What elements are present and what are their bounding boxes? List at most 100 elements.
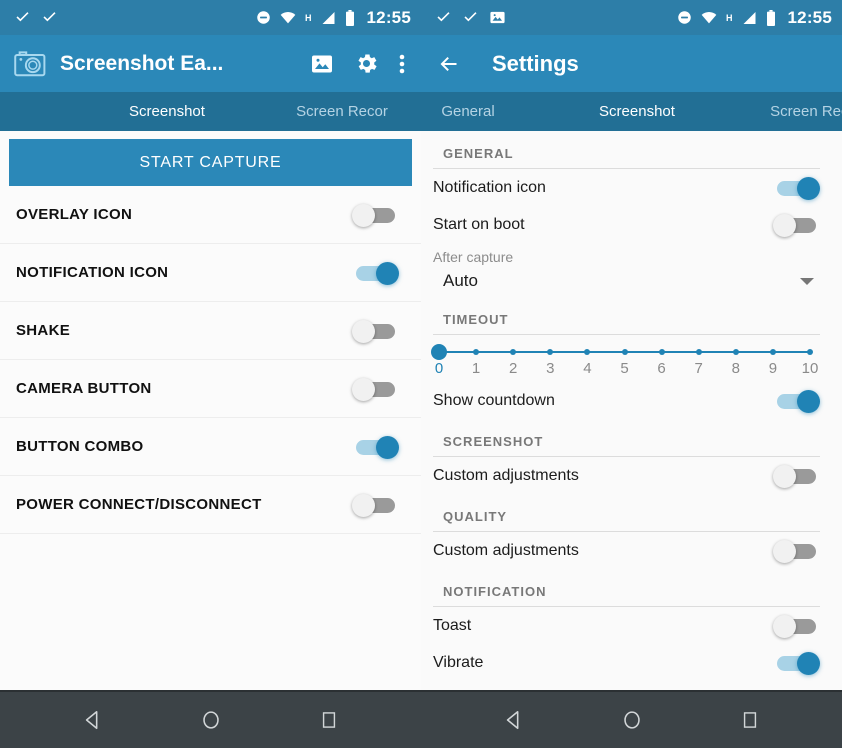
home-nav-icon[interactable] — [612, 700, 652, 740]
row-screenshot-custom-adjustments[interactable]: Custom adjustments — [421, 457, 832, 494]
row-label: CAMERA BUTTON — [16, 380, 152, 397]
toggle-notification-icon[interactable] — [352, 261, 399, 285]
signal-icon — [742, 11, 757, 25]
gallery-icon[interactable] — [310, 52, 334, 76]
toggle-notification-icon[interactable] — [773, 176, 820, 200]
row-label: Vibrate — [433, 653, 484, 671]
overflow-menu-icon[interactable] — [399, 52, 405, 76]
toggle-overlay-icon[interactable] — [352, 203, 399, 227]
row-notification-icon[interactable]: NOTIFICATION ICON — [0, 244, 421, 302]
arrow-back-icon[interactable] — [435, 52, 462, 76]
row-label: Toast — [433, 616, 472, 634]
home-nav-icon[interactable] — [191, 700, 231, 740]
status-bar-clock: 12:55 — [366, 7, 411, 27]
after-capture-value: Auto — [443, 271, 478, 290]
row-label: BUTTON COMBO — [16, 438, 144, 455]
toggle-power-connect-disconnect[interactable] — [352, 493, 399, 517]
slider-tick-label: 9 — [768, 360, 778, 377]
switch-knob — [352, 319, 375, 343]
image-icon — [489, 9, 506, 26]
tab-bar-right: General Screenshot Screen Recor — [421, 92, 842, 131]
switch-knob — [352, 377, 375, 401]
recents-nav-icon[interactable] — [309, 700, 349, 740]
status-bar-left: H 12:55 — [0, 0, 421, 35]
row-start-on-boot[interactable]: Start on boot — [421, 206, 832, 243]
row-toast[interactable]: Toast — [421, 607, 832, 644]
row-show-countdown[interactable]: Show countdown — [421, 382, 832, 419]
status-bar-right-icons: H 12:55 — [256, 8, 411, 28]
row-camera-button[interactable]: CAMERA BUTTON — [0, 360, 421, 418]
timeout-slider[interactable]: 0 1 2 3 4 5 6 7 8 9 10 — [421, 335, 832, 382]
switch-knob — [352, 493, 375, 517]
network-type-label: H — [726, 12, 733, 23]
tab-screenshot[interactable]: Screenshot — [557, 92, 717, 131]
network-type-label: H — [305, 12, 312, 23]
battery-icon — [766, 9, 776, 26]
tab-general[interactable]: General — [421, 92, 523, 131]
tab-screenshot[interactable]: Screenshot — [92, 92, 242, 131]
recents-nav-icon[interactable] — [730, 700, 770, 740]
switch-knob — [376, 435, 399, 459]
nav-buttons-left — [0, 692, 421, 748]
slider-tick-dot — [510, 349, 517, 355]
toggle-start-on-boot[interactable] — [773, 213, 820, 237]
toggle-button-combo[interactable] — [352, 435, 399, 459]
section-header-general: GENERAL — [443, 146, 514, 161]
start-capture-button[interactable]: START CAPTURE — [9, 139, 412, 186]
row-label: POWER CONNECT/DISCONNECT — [16, 496, 262, 513]
slider-tick-label: 3 — [546, 360, 555, 377]
right-pane-settings: H 12:55 Settings General Screenshot Scre… — [421, 0, 842, 690]
slider-tick-label: 5 — [620, 360, 629, 377]
gear-icon[interactable] — [354, 51, 379, 76]
slider-tick-label: 4 — [583, 360, 592, 377]
status-bar-left-icons — [435, 9, 506, 26]
tab-screen-recorder[interactable]: Screen Recor — [262, 92, 421, 131]
slider-tick-dot — [473, 349, 480, 355]
toggle-vibrate[interactable] — [773, 651, 820, 675]
slider-track[interactable] — [431, 344, 814, 360]
row-notification-icon[interactable]: Notification icon — [421, 169, 832, 206]
row-vibrate[interactable]: Vibrate — [421, 644, 832, 681]
row-label: SHAKE — [16, 322, 71, 339]
after-capture-dropdown[interactable]: Auto — [421, 265, 832, 297]
slider-tick-labels: 0 1 2 3 4 5 6 7 8 9 10 — [434, 360, 819, 382]
back-nav-icon[interactable] — [494, 700, 534, 740]
row-quality-custom-adjustments[interactable]: Custom adjustments — [421, 532, 832, 569]
row-power-connect-disconnect[interactable]: POWER CONNECT/DISCONNECT — [0, 476, 421, 534]
toggle-shake[interactable] — [352, 319, 399, 343]
app-title: Screenshot Ea... — [60, 51, 224, 75]
nav-buttons-right — [421, 692, 842, 748]
section-header-notification: NOTIFICATION — [443, 584, 547, 599]
android-screen: H 12:55 Screenshot Ea... Screenshot Scre… — [0, 0, 842, 748]
tab-screen-recorder[interactable]: Screen Recor — [741, 92, 842, 131]
section-header-quality: QUALITY — [443, 509, 508, 524]
toggle-show-countdown[interactable] — [773, 389, 820, 413]
tab-bar-left: Screenshot Screen Recor — [0, 92, 421, 131]
switch-knob — [797, 176, 820, 200]
system-navigation-bar — [0, 690, 842, 748]
app-bar-right: Settings — [421, 35, 842, 92]
row-overlay-icon[interactable]: OVERLAY ICON — [0, 186, 421, 244]
checkmark-icon — [41, 9, 58, 26]
toggle-toast[interactable] — [773, 614, 820, 638]
row-label: Custom adjustments — [433, 466, 579, 484]
slider-tick-dot — [547, 349, 554, 355]
toggle-screenshot-custom-adjustments[interactable] — [773, 464, 820, 488]
row-label: Custom adjustments — [433, 541, 579, 559]
section-header-screenshot: SCREENSHOT — [443, 434, 544, 449]
toggle-quality-custom-adjustments[interactable] — [773, 539, 820, 563]
slider-tick-dot — [769, 349, 776, 355]
switch-knob — [773, 614, 796, 638]
switch-knob — [773, 213, 796, 237]
slider-thumb[interactable] — [431, 344, 447, 360]
slider-tick-label: 2 — [509, 360, 518, 377]
row-label: Show countdown — [433, 391, 555, 409]
slider-tick-label: 0 — [434, 360, 444, 377]
row-shake[interactable]: SHAKE — [0, 302, 421, 360]
toggle-camera-button[interactable] — [352, 377, 399, 401]
back-nav-icon[interactable] — [73, 700, 113, 740]
row-button-combo[interactable]: BUTTON COMBO — [0, 418, 421, 476]
slider-tick-dot — [695, 349, 702, 355]
camera-icon[interactable] — [14, 50, 46, 77]
status-bar-clock: 12:55 — [787, 7, 832, 27]
